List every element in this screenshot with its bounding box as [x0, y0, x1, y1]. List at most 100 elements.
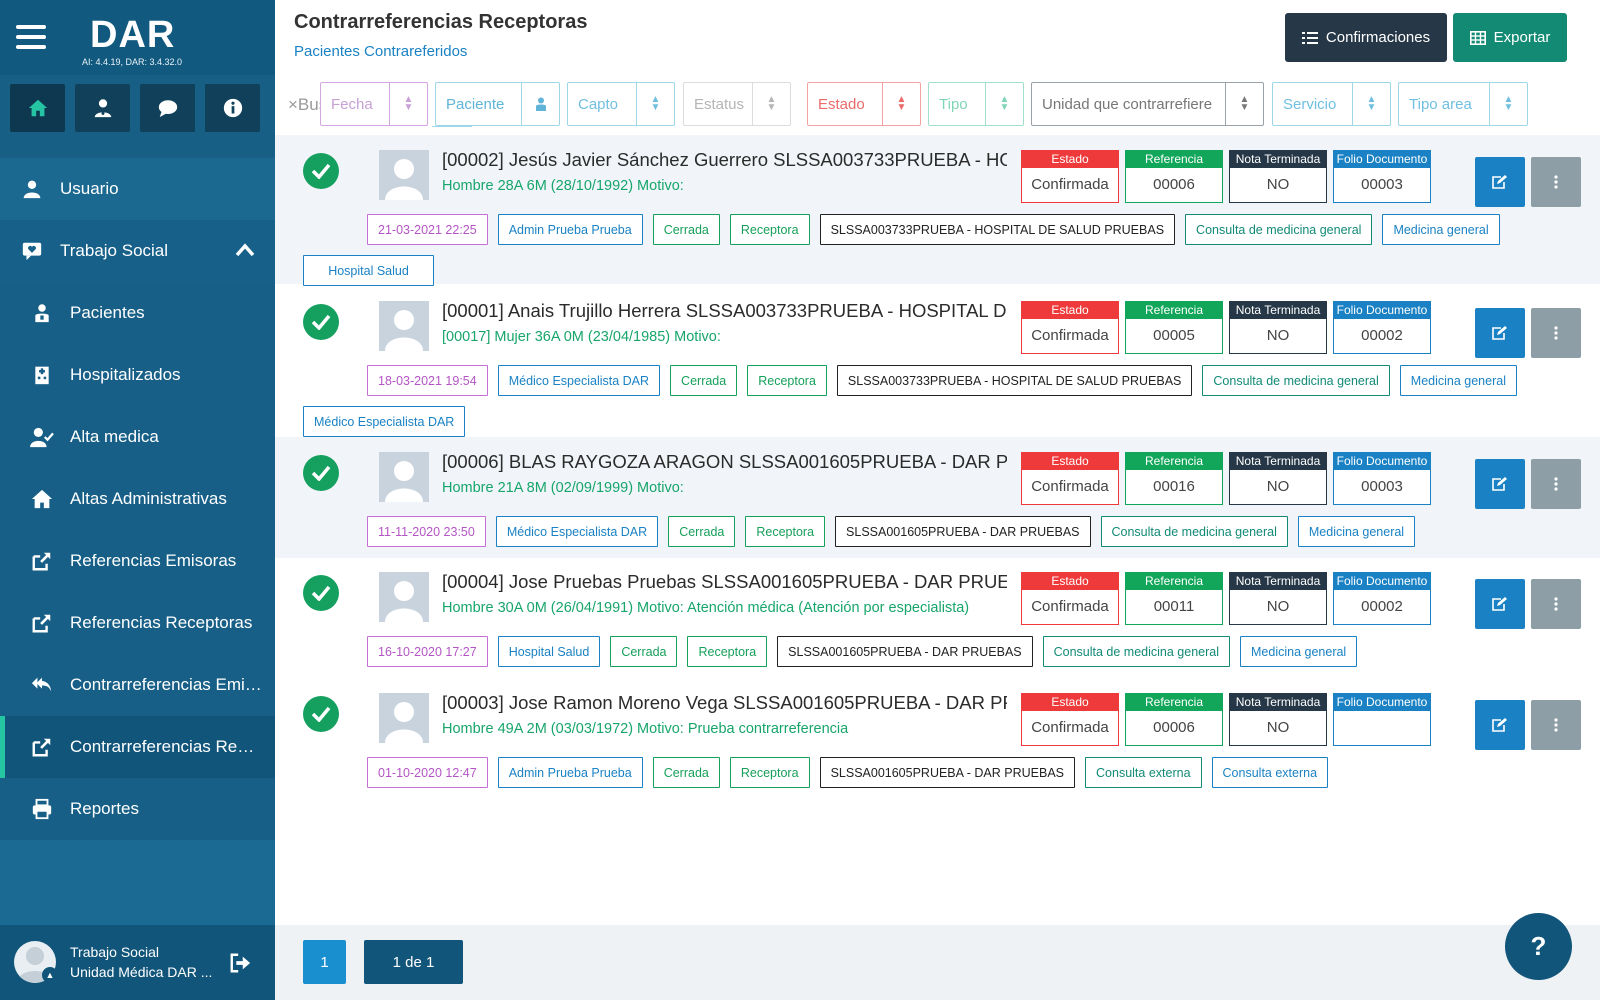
logout-icon[interactable]	[229, 952, 251, 979]
patient-photo	[379, 572, 429, 622]
edit-icon	[1492, 326, 1507, 340]
sidebar-item-referencias-emisoras[interactable]: Referencias Emisoras	[0, 530, 275, 592]
nota-header: Nota Terminada	[1230, 302, 1326, 319]
filter-estado-label: Estado	[818, 95, 865, 113]
more-options-button[interactable]	[1531, 157, 1581, 207]
patient-info: Hombre 21A 8M (02/09/1999) Motivo:	[442, 480, 684, 496]
medico-tag: Médico Especialista DAR	[303, 406, 466, 437]
edit-button[interactable]	[1475, 459, 1525, 509]
sidebar-item-hospitalizados[interactable]: Hospitalizados	[0, 344, 275, 406]
bell-icon[interactable]: ▲	[42, 967, 58, 983]
sort-icon: ▲ ▼	[636, 83, 674, 125]
list-item[interactable]: [00002] Jesús Javier Sánchez Guerrero SL…	[275, 135, 1600, 286]
estado-header: Estado	[1022, 453, 1118, 470]
nota-value: NO	[1266, 598, 1290, 615]
edit-button[interactable]	[1475, 157, 1525, 207]
folio-box: Folio Documento 00003	[1333, 150, 1431, 203]
hospital-tag: Hospital Salud	[303, 255, 434, 286]
filter-capto[interactable]: Capto ▲ ▼	[567, 82, 675, 126]
kebab-icon	[1554, 326, 1558, 340]
nota-header: Nota Terminada	[1230, 453, 1326, 470]
check-circle-icon	[303, 304, 339, 340]
more-options-button[interactable]	[1531, 700, 1581, 750]
sidebar-item-altas-administrativas[interactable]: Altas Administrativas	[0, 468, 275, 530]
list-item[interactable]: [00004] Jose Pruebas Pruebas SLSSA001605…	[275, 558, 1600, 679]
kebab-icon	[1554, 718, 1558, 732]
sidebar-item-contrarreferencias-emisoras[interactable]: Contrarreferencias Emi…	[0, 654, 275, 716]
unidad-tag: SLSSA001605PRUEBA - DAR PRUEBAS	[835, 516, 1091, 547]
page-button[interactable]: 1	[303, 940, 346, 984]
edit-button[interactable]	[1475, 308, 1525, 358]
patient-info: [00017] Mujer 36A 0M (23/04/1985) Motivo…	[442, 329, 721, 345]
filter-servicio[interactable]: Servicio ▲ ▼	[1272, 82, 1391, 126]
main-content: Contrarreferencias Receptoras Pacientes …	[275, 0, 1600, 1000]
referencia-box: Referencia 00006	[1125, 150, 1223, 203]
sidebar-item-label: Reportes	[70, 799, 139, 818]
sidebar-item-label: Trabajo Social	[60, 241, 169, 260]
area-tag: Medicina general	[1382, 214, 1500, 245]
sidebar-item-label: Contrarreferencias Re…	[70, 737, 255, 756]
menu-toggle-icon[interactable]	[16, 25, 46, 49]
edit-button[interactable]	[1475, 700, 1525, 750]
page-title: Contrarreferencias Receptoras	[294, 11, 588, 33]
breadcrumb[interactable]: Pacientes Contrareferidos	[294, 43, 467, 60]
estado-box: Estado Confirmada	[1021, 452, 1119, 505]
folio-header: Folio Documento	[1334, 694, 1430, 711]
filter-fecha[interactable]: Fecha ▲ ▼	[320, 82, 428, 126]
referencia-header: Referencia	[1126, 151, 1222, 168]
sidebar-item-alta-medica[interactable]: Alta medica	[0, 406, 275, 468]
folio-value: 00003	[1361, 176, 1403, 193]
folio-box: Folio Documento	[1333, 693, 1431, 746]
list-item[interactable]: [00006] BLAS RAYGOZA ARAGON SLSSA001605P…	[275, 437, 1600, 558]
list-item[interactable]: [00003] Jose Ramon Moreno Vega SLSSA0016…	[275, 679, 1600, 800]
sort-icon: ▲ ▼	[1225, 83, 1263, 125]
more-options-button[interactable]	[1531, 459, 1581, 509]
capto-tag: Admin Prueba Prueba	[497, 757, 643, 788]
patient-name: [00003] Jose Ramon Moreno Vega SLSSA0016…	[442, 692, 1007, 713]
list-icon	[1301, 31, 1318, 44]
filter-tipo[interactable]: Tipo ▲ ▼	[928, 82, 1024, 126]
filter-tipo-area[interactable]: Tipo area ▲ ▼	[1398, 82, 1528, 126]
user-unit: Unidad Médica DAR ...	[70, 964, 213, 980]
more-options-button[interactable]	[1531, 579, 1581, 629]
chat-icon[interactable]	[140, 84, 195, 132]
kebab-icon	[1554, 175, 1558, 189]
sidebar-item-reportes[interactable]: Reportes	[0, 778, 275, 840]
sidebar-item-contrarreferencias-receptoras[interactable]: Contrarreferencias Re…	[0, 716, 275, 778]
sidebar-item-pacientes[interactable]: Pacientes	[0, 282, 275, 344]
user-role: Trabajo Social	[70, 944, 159, 960]
confirmaciones-button[interactable]: Confirmaciones	[1285, 13, 1447, 62]
share-square-icon	[30, 549, 54, 573]
filter-fecha-label: Fecha	[331, 95, 373, 113]
filter-paciente[interactable]: Paciente	[435, 82, 560, 126]
date-tag: 16-10-2020 17:27	[367, 636, 488, 667]
sidebar-group-trabajo-social[interactable]: Trabajo Social	[0, 220, 275, 282]
check-circle-icon	[303, 575, 339, 611]
unidad-tag: SLSSA001605PRUEBA - DAR PRUEBAS	[777, 636, 1033, 667]
unidad-tag: SLSSA003733PRUEBA - HOSPITAL DE SALUD PR…	[819, 214, 1176, 245]
divider	[432, 126, 472, 130]
sidebar-item-referencias-receptoras[interactable]: Referencias Receptoras	[0, 592, 275, 654]
home-icon[interactable]	[10, 84, 65, 132]
edit-button[interactable]	[1475, 579, 1525, 629]
user-icon	[20, 177, 44, 201]
exportar-label: Exportar	[1493, 29, 1551, 46]
filter-estatus[interactable]: Estatus ▲ ▼	[683, 82, 791, 126]
folio-box: Folio Documento 00002	[1333, 301, 1431, 354]
filter-unidad[interactable]: Unidad que contrarrefiere ▲ ▼	[1031, 82, 1264, 126]
exportar-button[interactable]: Exportar	[1453, 13, 1567, 62]
more-options-button[interactable]	[1531, 308, 1581, 358]
folio-value: 00002	[1361, 327, 1403, 344]
status-badge: Cerrada	[652, 757, 720, 788]
sidebar-item-usuario[interactable]: Usuario	[0, 158, 275, 220]
status-badge: Cerrada	[670, 365, 738, 396]
doctor-icon[interactable]	[75, 84, 130, 132]
filter-estado[interactable]: Estado ▲ ▼	[807, 82, 921, 126]
info-icon[interactable]	[205, 84, 260, 132]
date-tag: 11-11-2020 23:50	[367, 516, 486, 547]
servicio-tag: Consulta de medicina general	[1185, 214, 1373, 245]
patient-photo	[379, 452, 429, 502]
help-button[interactable]: ?	[1505, 913, 1572, 980]
records-list: [00002] Jesús Javier Sánchez Guerrero SL…	[275, 135, 1600, 925]
list-item[interactable]: [00001] Anais Trujillo Herrera SLSSA0037…	[275, 284, 1600, 437]
